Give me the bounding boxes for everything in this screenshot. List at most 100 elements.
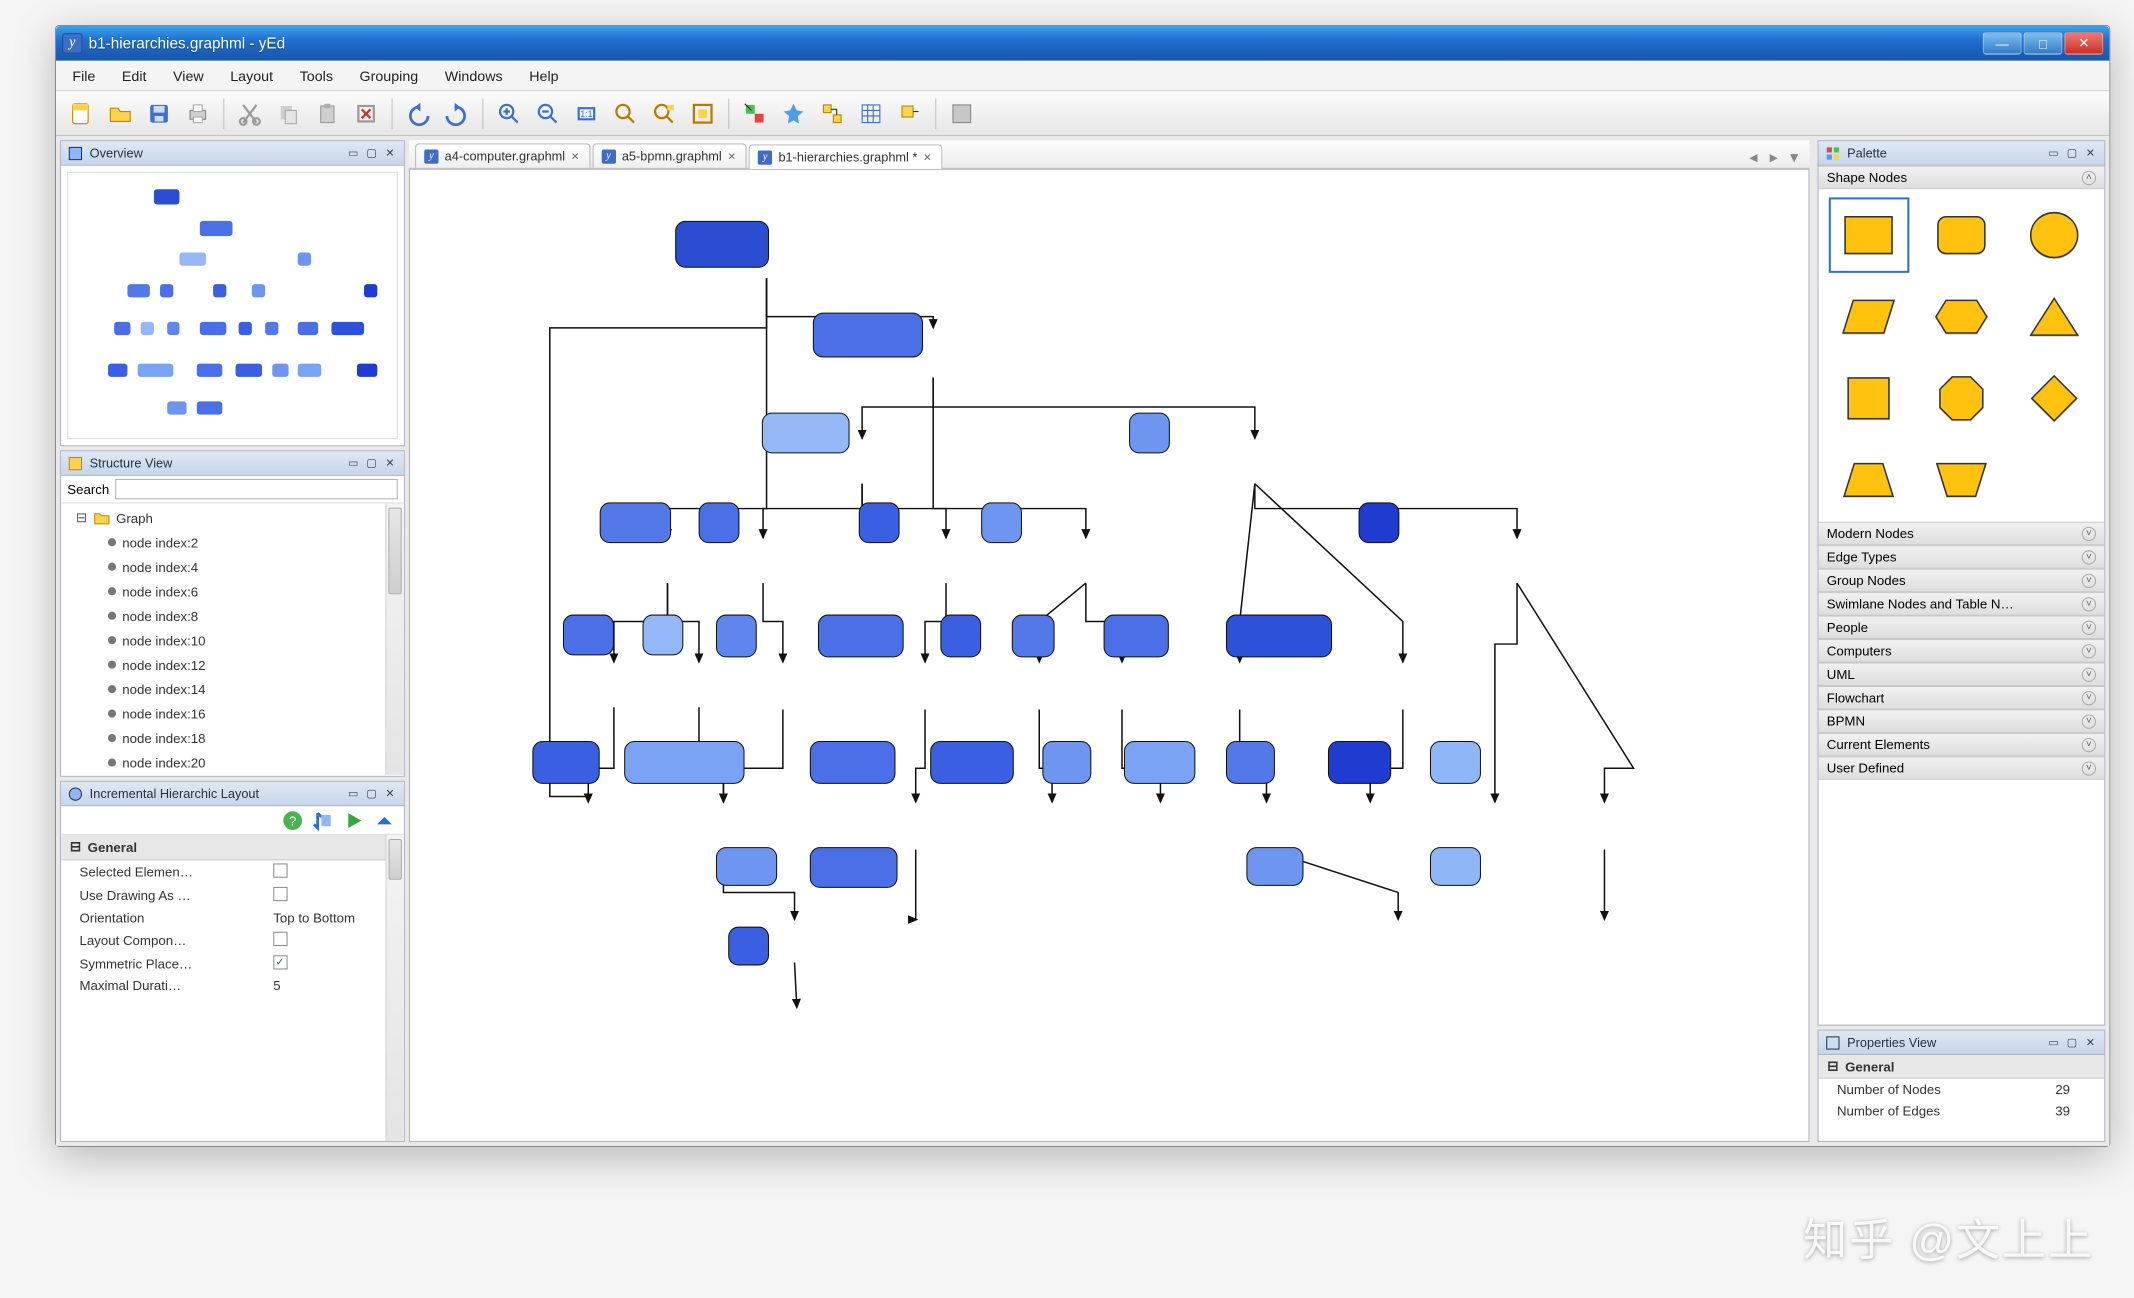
graph-node[interactable] bbox=[728, 927, 769, 966]
tree-item[interactable]: node index:6 bbox=[67, 579, 400, 603]
graph-edge[interactable] bbox=[763, 583, 783, 662]
graph-node[interactable] bbox=[762, 413, 850, 454]
shape-triangle[interactable] bbox=[2018, 283, 2090, 350]
panel-min-icon[interactable]: ▢ bbox=[364, 787, 379, 800]
menu-windows[interactable]: Windows bbox=[439, 63, 509, 87]
palette-section-header[interactable]: Computers˅ bbox=[1819, 639, 2105, 662]
graph-node[interactable] bbox=[1430, 741, 1481, 784]
shape-octagon[interactable] bbox=[1925, 365, 1997, 432]
tree-item[interactable]: node index:18 bbox=[67, 726, 400, 750]
graph-edge[interactable] bbox=[916, 850, 917, 920]
palette-section-header[interactable]: Flowchart˅ bbox=[1819, 686, 2105, 709]
shape-trapezoid[interactable] bbox=[1833, 446, 1905, 513]
graph-node[interactable] bbox=[675, 221, 769, 268]
panel-min-icon[interactable]: ▢ bbox=[2064, 1036, 2079, 1049]
cut-button[interactable] bbox=[232, 96, 267, 131]
graph-node[interactable] bbox=[859, 502, 900, 543]
palette-section-header[interactable]: People˅ bbox=[1819, 616, 2105, 639]
graph-node[interactable] bbox=[930, 741, 1014, 784]
menu-help[interactable]: Help bbox=[523, 63, 565, 87]
menu-edit[interactable]: Edit bbox=[116, 63, 153, 87]
palette-section-header[interactable]: User Defined˅ bbox=[1819, 756, 2105, 779]
fit-content-button[interactable] bbox=[685, 96, 720, 131]
panel-undock-icon[interactable]: ▭ bbox=[346, 787, 361, 800]
copy-button[interactable] bbox=[271, 96, 306, 131]
tree-root-label[interactable]: Graph bbox=[116, 510, 153, 525]
maximize-button[interactable]: □ bbox=[2024, 32, 2063, 54]
graph-node[interactable] bbox=[940, 615, 981, 658]
graph-edge[interactable] bbox=[1495, 583, 1517, 802]
document-tab[interactable]: yb1-hierarchies.graphml *× bbox=[749, 144, 943, 168]
tree-toggle-icon[interactable]: ⊟ bbox=[1827, 1058, 1839, 1074]
menu-file[interactable]: File bbox=[66, 63, 101, 87]
tab-list-icon[interactable]: ▾ bbox=[1785, 147, 1803, 167]
tree-item[interactable]: node index:16 bbox=[67, 701, 400, 725]
expand-icon[interactable]: ˅ bbox=[2082, 597, 2096, 611]
graph-edge[interactable] bbox=[933, 378, 1255, 439]
undo-button[interactable] bbox=[401, 96, 436, 131]
panel-close-icon[interactable]: ✕ bbox=[382, 456, 397, 469]
layout-row[interactable]: OrientationTop to Bottom bbox=[61, 907, 404, 928]
graph-edge[interactable] bbox=[916, 710, 925, 803]
graph-node[interactable] bbox=[716, 615, 757, 658]
overview-mini-map[interactable] bbox=[67, 172, 397, 439]
zoom-fit-button[interactable] bbox=[608, 96, 643, 131]
graph-node[interactable] bbox=[981, 502, 1022, 543]
new-doc-button[interactable] bbox=[64, 96, 99, 131]
graph-node[interactable] bbox=[1226, 741, 1275, 784]
tree-item[interactable]: node index:4 bbox=[67, 554, 400, 578]
graph-node[interactable] bbox=[699, 502, 740, 543]
tree-item[interactable]: node index:20 bbox=[67, 750, 400, 774]
graph-node[interactable] bbox=[643, 615, 684, 656]
graph-node[interactable] bbox=[624, 741, 744, 784]
palette-section-header[interactable]: Current Elements˅ bbox=[1819, 733, 2105, 756]
graph-node[interactable] bbox=[1246, 847, 1303, 886]
diagram-canvas[interactable] bbox=[410, 170, 1808, 1141]
help-icon[interactable]: ? bbox=[281, 809, 303, 831]
document-tab[interactable]: ya5-bpmn.graphml× bbox=[592, 143, 747, 167]
layout-row[interactable]: Layout Compon… bbox=[61, 929, 404, 952]
graph-node[interactable] bbox=[1359, 502, 1400, 543]
graph-node[interactable] bbox=[532, 741, 599, 784]
expand-icon[interactable]: ˅ bbox=[2082, 620, 2096, 634]
palette-section-header[interactable]: UML˅ bbox=[1819, 663, 2105, 686]
tree-item[interactable]: node index:10 bbox=[67, 628, 400, 652]
checkbox[interactable] bbox=[273, 955, 287, 969]
graph-node[interactable] bbox=[1042, 741, 1091, 784]
tree-toggle-icon[interactable]: ⊟ bbox=[69, 839, 81, 855]
tab-close-icon[interactable]: × bbox=[571, 148, 579, 163]
layout-row[interactable]: Symmetric Place… bbox=[61, 952, 404, 974]
graph-node[interactable] bbox=[1430, 847, 1481, 886]
shape-rectangle[interactable] bbox=[1833, 201, 1905, 268]
graph-node[interactable] bbox=[1124, 741, 1195, 784]
graph-edge[interactable] bbox=[862, 378, 933, 439]
zoom-in-button[interactable] bbox=[492, 96, 527, 131]
expand-icon[interactable]: ˅ bbox=[2082, 667, 2096, 681]
structure-tree[interactable]: ⊟ Graph node index:2node index:4node ind… bbox=[61, 503, 404, 774]
graph-node[interactable] bbox=[810, 847, 898, 888]
graph-edge[interactable] bbox=[1517, 583, 1634, 802]
menu-tools[interactable]: Tools bbox=[294, 63, 340, 87]
panel-close-icon[interactable]: ✕ bbox=[2083, 1036, 2098, 1049]
tree-scrollbar[interactable] bbox=[385, 503, 403, 774]
graph-edge[interactable] bbox=[763, 278, 766, 538]
delete-button[interactable] bbox=[349, 96, 384, 131]
document-tab[interactable]: ya4-computer.graphml× bbox=[415, 143, 590, 167]
group-button[interactable] bbox=[944, 96, 979, 131]
tree-item[interactable]: node index:12 bbox=[67, 652, 400, 676]
graph-node[interactable] bbox=[716, 847, 777, 886]
tab-next-icon[interactable]: ▸ bbox=[1765, 147, 1783, 167]
panel-close-icon[interactable]: ✕ bbox=[2083, 146, 2098, 159]
panel-undock-icon[interactable]: ▭ bbox=[2046, 146, 2061, 159]
shape-rounded-rect[interactable] bbox=[1925, 201, 1997, 268]
graph-node[interactable] bbox=[1328, 741, 1391, 784]
layout-row[interactable]: Selected Elemen… bbox=[61, 860, 404, 883]
panel-undock-icon[interactable]: ▭ bbox=[346, 146, 361, 159]
expand-icon[interactable]: ˅ bbox=[2082, 526, 2096, 540]
collapse-icon[interactable] bbox=[373, 809, 395, 831]
graph-edge[interactable] bbox=[933, 378, 946, 538]
expand-icon[interactable]: ˅ bbox=[2082, 714, 2096, 728]
snap-button[interactable] bbox=[892, 96, 927, 131]
expand-icon[interactable]: ˅ bbox=[2082, 737, 2096, 751]
expand-icon[interactable]: ˅ bbox=[2082, 644, 2096, 658]
